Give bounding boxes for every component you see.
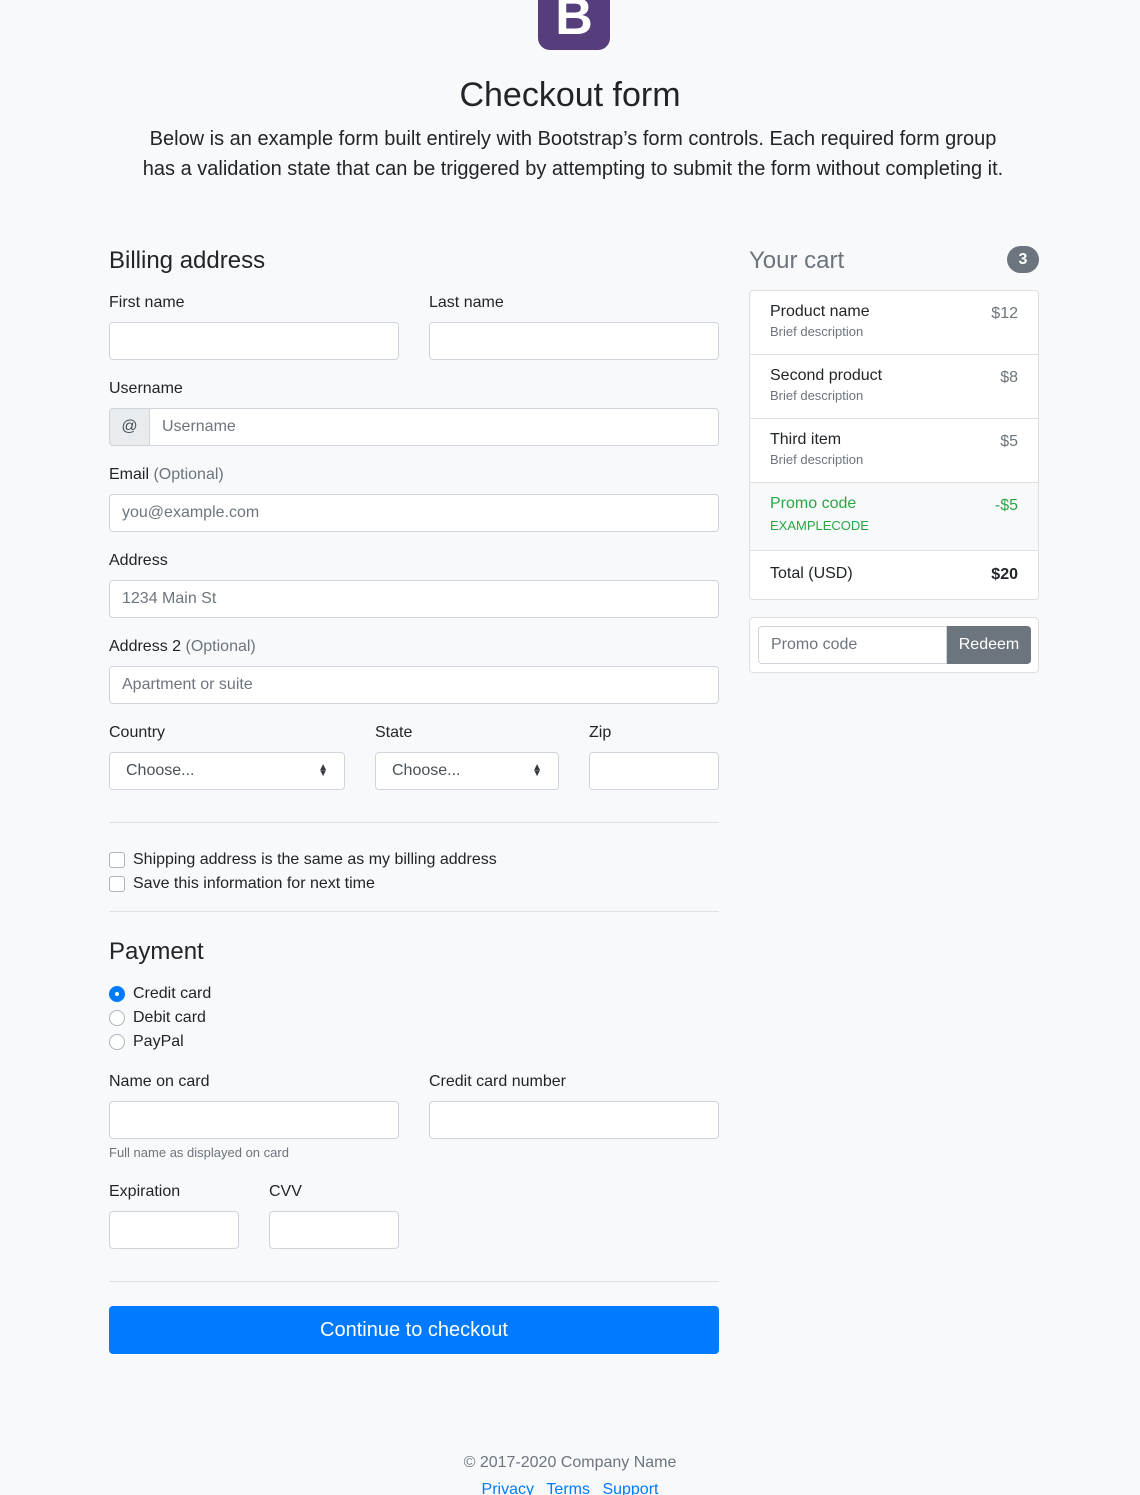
total-value: $20 — [991, 566, 1018, 583]
cart-total-row: Total (USD) $20 — [750, 551, 1038, 599]
username-placeholder: Username — [162, 418, 236, 435]
redeem-button[interactable]: Redeem — [947, 626, 1031, 664]
last-name-label: Last name — [429, 294, 504, 311]
credit-card-radio[interactable] — [109, 986, 125, 1002]
promo-code-input[interactable]: Promo code — [758, 626, 947, 664]
cart-item-price: $5 — [1000, 433, 1018, 450]
footer-link-support[interactable]: Support — [602, 1481, 658, 1495]
cart-item: Product name Brief description $12 — [750, 291, 1038, 355]
cart-item-name: Third item — [770, 431, 842, 448]
last-name-input[interactable] — [429, 322, 719, 360]
cart-list: Product name Brief description $12 Secon… — [749, 290, 1039, 600]
save-info-checkbox[interactable] — [109, 876, 125, 892]
address-label: Address — [109, 552, 168, 569]
state-label: State — [375, 724, 413, 741]
username-label: Username — [109, 380, 183, 397]
address2-input[interactable]: Apartment or suite — [109, 666, 719, 704]
country-select[interactable]: Choose... ▲ ▼ — [109, 752, 345, 790]
select-arrows-icon: ▲ ▼ — [318, 762, 328, 779]
save-info-label[interactable]: Save this information for next time — [133, 875, 375, 893]
payment-option-credit[interactable]: Credit card — [109, 982, 211, 1006]
email-input[interactable]: you@example.com — [109, 494, 719, 532]
bootstrap-logo: B — [538, 0, 610, 50]
card-number-label: Credit card number — [429, 1073, 566, 1090]
name-on-card-help: Full name as displayed on card — [109, 1145, 289, 1160]
username-input[interactable]: Username — [149, 408, 719, 446]
cart-heading: Your cart — [749, 247, 845, 274]
cart-item-description: Brief description — [770, 324, 864, 339]
same-address-checkbox[interactable] — [109, 852, 125, 868]
save-info-checkbox-row[interactable]: Save this information for next time — [109, 872, 375, 896]
email-optional: (Optional) — [153, 466, 224, 483]
paypal-label[interactable]: PayPal — [133, 1033, 184, 1051]
debit-card-radio[interactable] — [109, 1010, 125, 1026]
logo-letter: B — [555, 0, 593, 46]
cart-item-name: Second product — [770, 367, 883, 384]
state-select[interactable]: Choose... ▲ ▼ — [375, 752, 559, 790]
footer-link-terms[interactable]: Terms — [546, 1481, 590, 1495]
first-name-label: First name — [109, 294, 185, 311]
expiration-input[interactable] — [109, 1211, 239, 1249]
expiration-label: Expiration — [109, 1183, 181, 1200]
divider — [109, 911, 719, 912]
credit-card-label[interactable]: Credit card — [133, 985, 211, 1003]
email-label: Email (Optional) — [109, 466, 224, 484]
footer-links: Privacy Terms Support — [0, 1481, 1140, 1495]
cart-item-description: Brief description — [770, 388, 864, 403]
cart-promo-row: Promo code EXAMPLECODE -$5 — [750, 483, 1038, 551]
page-title: Checkout form — [459, 76, 681, 114]
same-address-label[interactable]: Shipping address is the same as my billi… — [133, 851, 497, 869]
cvv-input[interactable] — [269, 1211, 399, 1249]
page-lead: Below is an example form built entirely … — [142, 128, 1004, 180]
divider — [109, 1281, 719, 1282]
address2-optional: (Optional) — [185, 638, 256, 655]
same-address-checkbox-row[interactable]: Shipping address is the same as my billi… — [109, 848, 497, 872]
zip-label: Zip — [589, 724, 612, 741]
zip-input[interactable] — [589, 752, 719, 790]
address2-label: Address 2 (Optional) — [109, 638, 256, 656]
country-value: Choose... — [126, 762, 195, 779]
total-label: Total (USD) — [770, 565, 853, 582]
promo-amount: -$5 — [994, 497, 1018, 514]
payment-option-paypal[interactable]: PayPal — [109, 1030, 184, 1054]
address-placeholder: 1234 Main St — [122, 590, 217, 607]
address-input[interactable]: 1234 Main St — [109, 580, 719, 618]
payment-heading: Payment — [109, 938, 204, 965]
promo-name: Promo code — [770, 495, 857, 512]
continue-to-checkout-button[interactable]: Continue to checkout — [109, 1306, 719, 1354]
billing-heading: Billing address — [109, 247, 266, 274]
card-number-input[interactable] — [429, 1101, 719, 1139]
cart-item-description: Brief description — [770, 452, 864, 467]
payment-option-debit[interactable]: Debit card — [109, 1006, 206, 1030]
footer-link-privacy[interactable]: Privacy — [482, 1481, 534, 1495]
cvv-label: CVV — [269, 1183, 302, 1200]
state-value: Choose... — [392, 762, 461, 779]
cart-item: Second product Brief description $8 — [750, 355, 1038, 419]
select-arrows-icon: ▲ ▼ — [532, 762, 542, 779]
divider — [109, 822, 719, 823]
country-label: Country — [109, 724, 166, 741]
email-placeholder: you@example.com — [122, 504, 260, 521]
name-on-card-input[interactable] — [109, 1101, 399, 1139]
cart-item-name: Product name — [770, 303, 870, 320]
first-name-input[interactable] — [109, 322, 399, 360]
footer-copyright: © 2017-2020 Company Name — [463, 1454, 677, 1471]
promo-form: Promo code Redeem — [749, 617, 1039, 673]
address2-placeholder: Apartment or suite — [122, 676, 253, 693]
username-addon: @ — [109, 408, 150, 446]
cart-item-price: $8 — [1000, 369, 1018, 386]
promo-code-placeholder: Promo code — [771, 636, 858, 653]
cart-item: Third item Brief description $5 — [750, 419, 1038, 483]
address2-label-text: Address 2 — [109, 638, 182, 655]
promo-code: EXAMPLECODE — [770, 518, 869, 533]
debit-card-label[interactable]: Debit card — [133, 1009, 206, 1027]
paypal-radio[interactable] — [109, 1034, 125, 1050]
cart-count-badge: 3 — [1007, 246, 1039, 273]
name-on-card-label: Name on card — [109, 1073, 210, 1090]
email-label-text: Email — [109, 466, 150, 483]
cart-item-price: $12 — [991, 305, 1018, 322]
